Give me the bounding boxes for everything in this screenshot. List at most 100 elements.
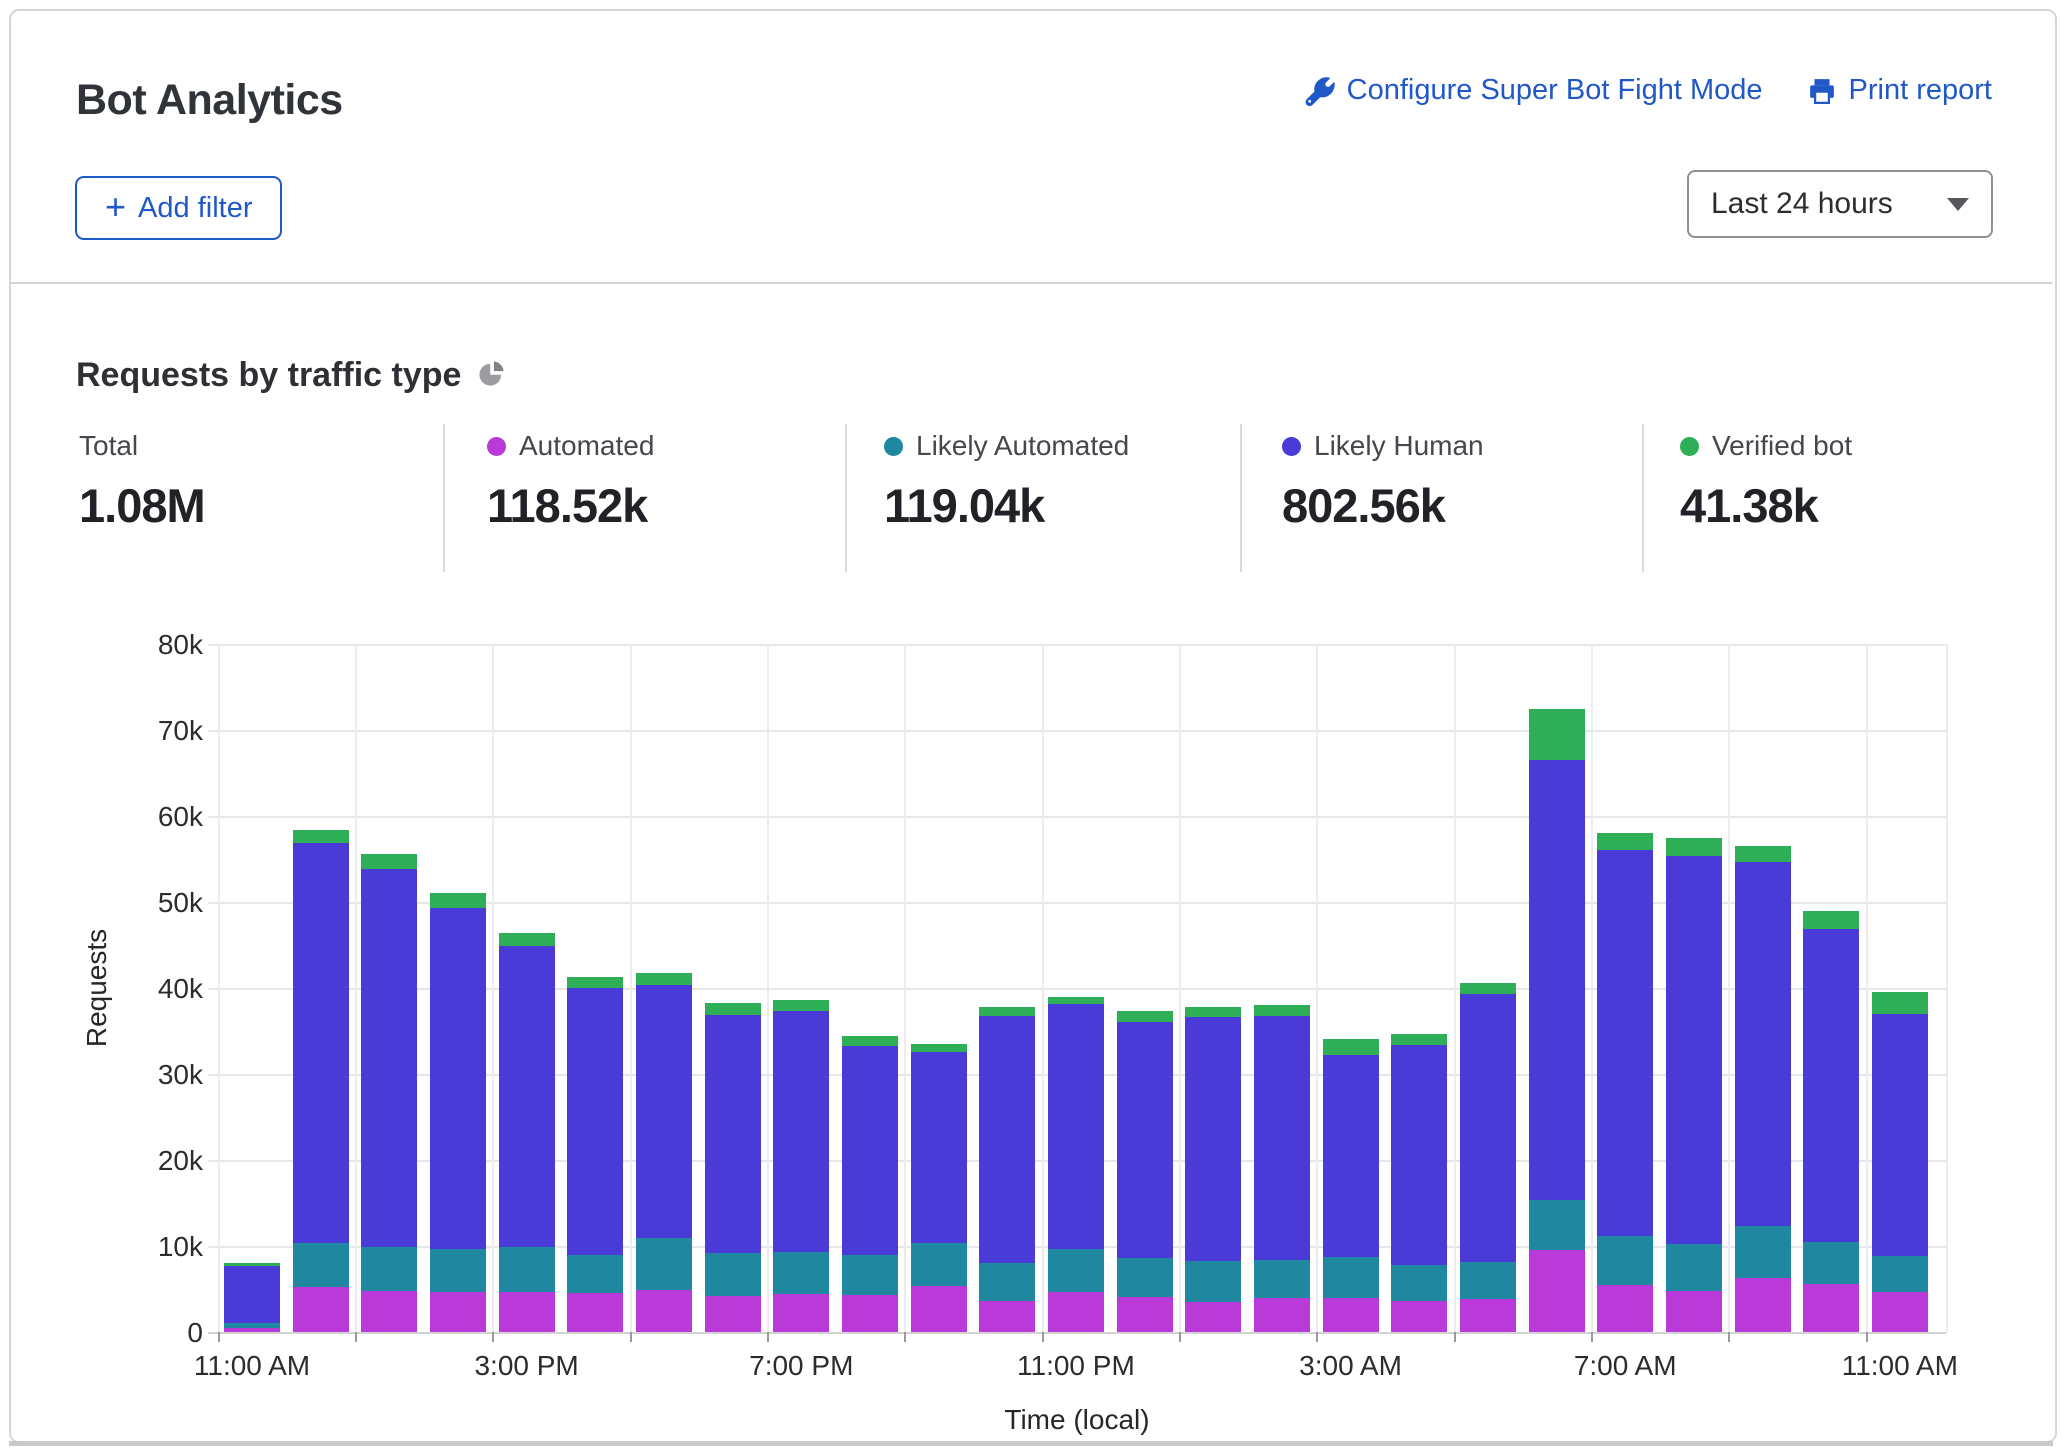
bar-segment-likely-human[interactable] — [1048, 1004, 1104, 1249]
bar-segment-verified-bot[interactable] — [911, 1044, 967, 1052]
bar-segment-verified-bot[interactable] — [1597, 833, 1653, 850]
bar-segment-automated[interactable] — [499, 1292, 555, 1332]
bar-segment-automated[interactable] — [1254, 1298, 1310, 1332]
bar-segment-verified-bot[interactable] — [224, 1263, 280, 1266]
bar-segment-verified-bot[interactable] — [1254, 1005, 1310, 1015]
bar-segment-verified-bot[interactable] — [1048, 997, 1104, 1004]
bar-segment-likely-human[interactable] — [636, 985, 692, 1238]
bar-segment-likely-automated[interactable] — [1597, 1236, 1653, 1285]
bar-segment-verified-bot[interactable] — [1185, 1007, 1241, 1017]
time-range-dropdown[interactable]: Last 24 hours — [1687, 170, 1993, 238]
bar-segment-likely-automated[interactable] — [1666, 1244, 1722, 1290]
bar-segment-automated[interactable] — [1666, 1291, 1722, 1332]
bar-segment-likely-automated[interactable] — [773, 1252, 829, 1294]
bar-segment-automated[interactable] — [1391, 1301, 1447, 1332]
bar-segment-automated[interactable] — [705, 1296, 761, 1332]
bar-segment-automated[interactable] — [1872, 1292, 1928, 1332]
bar-segment-likely-human[interactable] — [224, 1266, 280, 1324]
bar-segment-likely-automated[interactable] — [361, 1247, 417, 1291]
bar-segment-verified-bot[interactable] — [1529, 709, 1585, 761]
bar-segment-likely-human[interactable] — [361, 869, 417, 1247]
bar-segment-likely-automated[interactable] — [1254, 1260, 1310, 1299]
bar-segment-likely-human[interactable] — [1735, 862, 1791, 1226]
bar-segment-automated[interactable] — [1735, 1278, 1791, 1332]
bar-segment-automated[interactable] — [361, 1291, 417, 1332]
bar-segment-likely-human[interactable] — [499, 946, 555, 1247]
bar-segment-automated[interactable] — [911, 1286, 967, 1332]
bar-segment-likely-human[interactable] — [1803, 929, 1859, 1242]
bar-segment-likely-automated[interactable] — [1872, 1256, 1928, 1292]
bar-segment-automated[interactable] — [1529, 1250, 1585, 1332]
bar-segment-automated[interactable] — [636, 1290, 692, 1332]
bar-segment-likely-human[interactable] — [842, 1046, 898, 1256]
bar-segment-likely-human[interactable] — [1254, 1016, 1310, 1260]
bar-segment-verified-bot[interactable] — [705, 1003, 761, 1015]
bar-segment-likely-automated[interactable] — [1048, 1249, 1104, 1292]
bar-segment-likely-automated[interactable] — [1117, 1258, 1173, 1297]
bar-segment-verified-bot[interactable] — [430, 893, 486, 908]
bar-segment-automated[interactable] — [979, 1301, 1035, 1332]
bar-segment-verified-bot[interactable] — [499, 933, 555, 946]
bar-segment-automated[interactable] — [1185, 1302, 1241, 1332]
bar-segment-verified-bot[interactable] — [1803, 911, 1859, 929]
bar-segment-automated[interactable] — [1597, 1285, 1653, 1332]
bar-segment-likely-human[interactable] — [1597, 850, 1653, 1235]
bar-segment-likely-automated[interactable] — [1391, 1265, 1447, 1301]
bar-segment-likely-automated[interactable] — [430, 1249, 486, 1292]
bar-segment-likely-automated[interactable] — [911, 1243, 967, 1287]
bar-segment-likely-automated[interactable] — [1735, 1226, 1791, 1278]
bar-segment-likely-automated[interactable] — [705, 1253, 761, 1296]
requests-by-traffic-type-chart[interactable]: Requests Time (local) 010k20k30k40k50k60… — [0, 600, 2062, 1450]
bar-segment-likely-human[interactable] — [911, 1052, 967, 1243]
bar-segment-automated[interactable] — [293, 1287, 349, 1332]
bar-segment-verified-bot[interactable] — [1117, 1011, 1173, 1021]
bar-segment-likely-automated[interactable] — [1529, 1200, 1585, 1250]
bar-segment-likely-human[interactable] — [1460, 994, 1516, 1262]
configure-super-bot-fight-mode-link[interactable]: Configure Super Bot Fight Mode — [1305, 74, 1763, 107]
bar-segment-automated[interactable] — [567, 1293, 623, 1332]
bar-segment-verified-bot[interactable] — [1323, 1039, 1379, 1055]
bar-segment-verified-bot[interactable] — [773, 1000, 829, 1011]
bar-segment-verified-bot[interactable] — [1391, 1034, 1447, 1045]
bar-segment-likely-human[interactable] — [1872, 1014, 1928, 1257]
bar-segment-likely-automated[interactable] — [842, 1255, 898, 1295]
bar-segment-likely-human[interactable] — [430, 908, 486, 1249]
bar-segment-verified-bot[interactable] — [1872, 992, 1928, 1014]
bar-segment-likely-human[interactable] — [1391, 1045, 1447, 1265]
bar-segment-verified-bot[interactable] — [636, 973, 692, 986]
bar-segment-automated[interactable] — [1803, 1284, 1859, 1332]
bar-segment-automated[interactable] — [1323, 1298, 1379, 1332]
bar-segment-likely-human[interactable] — [1323, 1055, 1379, 1257]
bar-segment-verified-bot[interactable] — [1666, 838, 1722, 855]
bar-segment-likely-human[interactable] — [705, 1015, 761, 1253]
bar-segment-verified-bot[interactable] — [1460, 983, 1516, 994]
bar-segment-verified-bot[interactable] — [293, 830, 349, 843]
bar-segment-likely-human[interactable] — [293, 843, 349, 1244]
bar-segment-automated[interactable] — [1117, 1297, 1173, 1332]
bar-segment-automated[interactable] — [773, 1294, 829, 1332]
bar-segment-likely-automated[interactable] — [224, 1323, 280, 1327]
bar-segment-likely-automated[interactable] — [1323, 1257, 1379, 1297]
bar-segment-likely-human[interactable] — [567, 988, 623, 1255]
bar-segment-likely-automated[interactable] — [1803, 1242, 1859, 1284]
add-filter-button[interactable]: + Add filter — [75, 176, 282, 240]
bar-segment-automated[interactable] — [1048, 1292, 1104, 1332]
bar-segment-automated[interactable] — [224, 1328, 280, 1332]
bar-segment-automated[interactable] — [430, 1292, 486, 1332]
bar-segment-automated[interactable] — [842, 1295, 898, 1332]
bar-segment-verified-bot[interactable] — [567, 977, 623, 988]
bar-segment-verified-bot[interactable] — [842, 1036, 898, 1045]
bar-segment-likely-automated[interactable] — [567, 1255, 623, 1293]
bar-segment-likely-human[interactable] — [979, 1016, 1035, 1263]
bar-segment-likely-human[interactable] — [1666, 856, 1722, 1245]
bar-segment-likely-human[interactable] — [773, 1011, 829, 1252]
bar-segment-verified-bot[interactable] — [361, 854, 417, 869]
bar-segment-likely-automated[interactable] — [1185, 1261, 1241, 1302]
bar-segment-verified-bot[interactable] — [1735, 846, 1791, 862]
bar-segment-automated[interactable] — [1460, 1299, 1516, 1332]
bar-segment-likely-human[interactable] — [1117, 1022, 1173, 1259]
print-report-link[interactable]: Print report — [1807, 74, 1992, 107]
bar-segment-likely-automated[interactable] — [499, 1247, 555, 1292]
bar-segment-likely-automated[interactable] — [979, 1263, 1035, 1301]
bar-segment-likely-automated[interactable] — [1460, 1262, 1516, 1299]
